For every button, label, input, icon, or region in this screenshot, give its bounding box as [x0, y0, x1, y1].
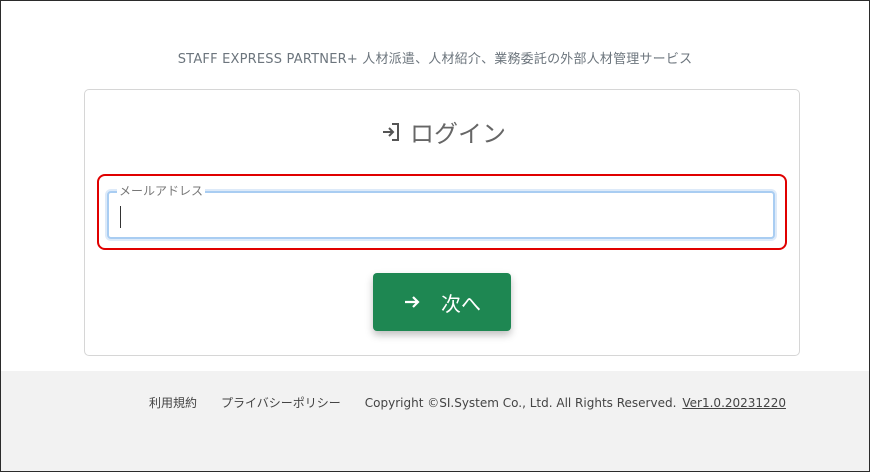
text-caret [120, 206, 121, 228]
copyright-text: Copyright ©SI.System Co., Ltd. All Right… [364, 395, 677, 410]
login-card: ログイン メールアドレス 次へ [84, 89, 800, 356]
login-title: ログイン [410, 120, 506, 148]
next-button[interactable]: 次へ [373, 273, 511, 331]
footer: 利用規約 プライバシーポリシー Copyright ©SI.System Co.… [1, 371, 869, 471]
arrow-right-icon [403, 293, 421, 311]
footer-links: 利用規約 プライバシーポリシー Copyright ©SI.System Co.… [149, 394, 786, 411]
email-field-label: メールアドレス [117, 184, 206, 198]
login-arrow-icon [378, 119, 404, 145]
email-input[interactable] [115, 199, 765, 231]
next-button-label: 次へ [441, 291, 481, 316]
email-field[interactable]: メールアドレス [107, 184, 775, 239]
login-heading: ログイン [85, 114, 799, 149]
privacy-policy-link[interactable]: プライバシーポリシー [221, 394, 341, 411]
version-link[interactable]: Ver1.0.20231220 [682, 396, 786, 410]
service-tagline: STAFF EXPRESS PARTNER+ 人材派遣、人材紹介、業務委託の外部… [177, 52, 693, 67]
terms-link[interactable]: 利用規約 [149, 394, 197, 411]
